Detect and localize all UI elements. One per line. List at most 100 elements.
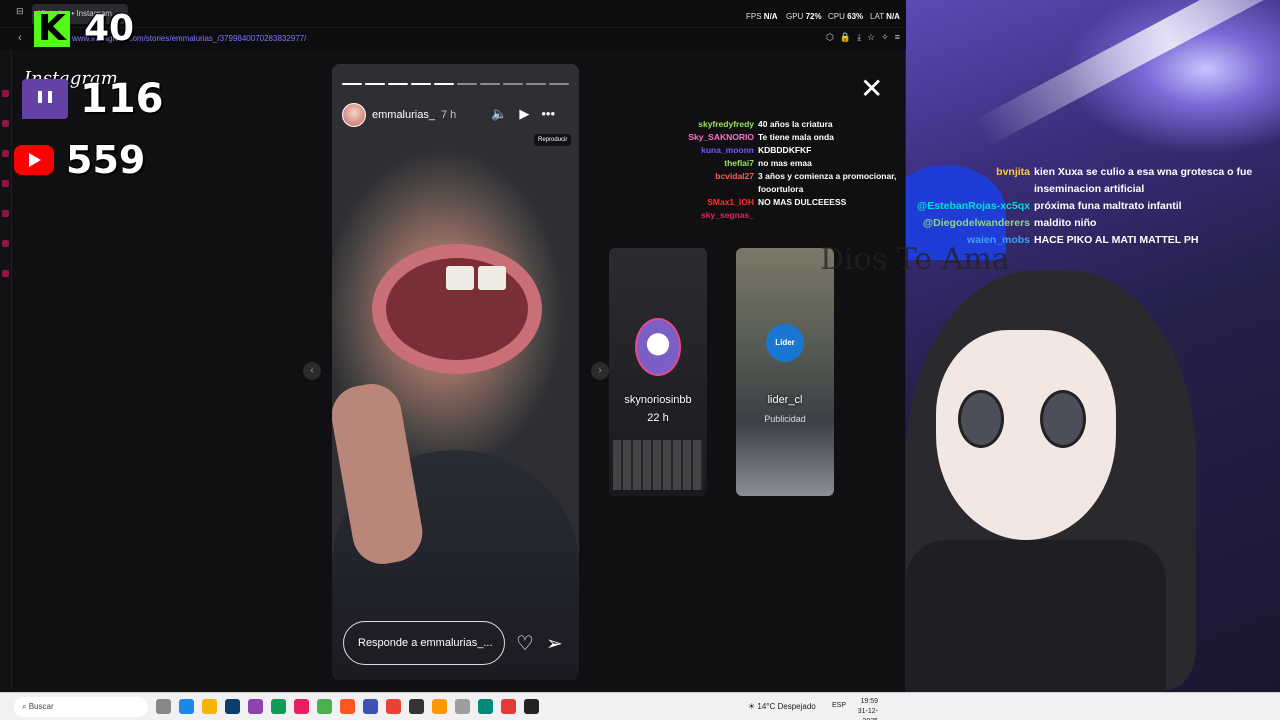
back-icon[interactable]: ‹ <box>18 32 22 44</box>
window-menu-icon[interactable]: ⊟ <box>16 6 24 17</box>
extension-icon[interactable]: ⬡ <box>826 32 834 43</box>
story-controls: 🔈 ▶ ••• <box>491 106 555 122</box>
preview-username: skynoriosinbb <box>624 394 692 406</box>
app-icon[interactable] <box>179 699 194 714</box>
chat-text: kien Xuxa se culio a esa wna grotesca o … <box>1034 166 1253 195</box>
app-icon[interactable] <box>248 699 263 714</box>
reply-actions: ♡ ➢ <box>516 631 563 656</box>
chat-username: bcvidal27 <box>715 171 754 181</box>
ai-icon[interactable]: ✧ <box>881 32 889 43</box>
app-icon[interactable] <box>294 699 309 714</box>
bookmark-icon[interactable]: ☆ <box>867 32 875 43</box>
app-icon[interactable] <box>524 699 539 714</box>
more-options-icon[interactable]: ••• <box>541 106 555 122</box>
chat-username: theflai7 <box>724 158 754 168</box>
chat-username: bvnjita <box>996 166 1030 178</box>
taskbar: ⌕ Buscar ☀ 14°C Despejado ESP 19:59 31-12… <box>0 692 1280 720</box>
chat-message: theflai7 no mas emaa <box>604 157 914 170</box>
next-story-chevron-icon[interactable]: › <box>591 362 609 380</box>
lock-icon[interactable]: 🔒 <box>840 32 851 43</box>
gpu-readout: GPU 72% <box>786 12 822 21</box>
sidebar-app-icon[interactable] <box>2 120 9 127</box>
app-icon[interactable] <box>317 699 332 714</box>
vtuber-face <box>936 330 1116 540</box>
lider-logo-icon: Líder <box>766 324 804 362</box>
youtube-logo-icon <box>14 145 54 175</box>
progress-segment <box>388 83 408 85</box>
story-preview-card[interactable]: skynoriosinbb 22 h <box>609 248 707 496</box>
app-icon[interactable] <box>225 699 240 714</box>
cpu-readout: CPU 63% <box>828 12 864 21</box>
kick-viewer-count: 40 <box>84 8 135 49</box>
sidebar-app-icon[interactable] <box>2 270 9 277</box>
chrome-icon[interactable] <box>386 699 401 714</box>
chat-text: 40 años la criatura <box>758 119 833 129</box>
sidebar-app-icon[interactable] <box>2 210 9 217</box>
progress-segment <box>411 83 431 85</box>
chat-username: skyfredyfredy <box>698 119 754 129</box>
clock[interactable]: 19:5931-12-2025 <box>848 697 878 720</box>
avatar[interactable] <box>342 103 366 127</box>
background-light-streak <box>973 0 1280 147</box>
twitch-counter: 116 <box>22 76 164 122</box>
taskbar-search[interactable]: ⌕ Buscar <box>14 697 148 717</box>
stream-chat-overlay-right: bvnjita kien Xuxa se culio a esa wna grot… <box>912 164 1276 249</box>
progress-segment <box>480 83 500 85</box>
like-heart-icon[interactable]: ♡ <box>516 631 534 656</box>
twitch-viewer-count: 116 <box>80 76 164 122</box>
browser-sidebar <box>0 50 12 690</box>
preview-username: lider_cl <box>767 394 803 406</box>
kick-logo-icon: K <box>34 10 70 47</box>
app-icon[interactable] <box>363 699 378 714</box>
chat-username: Sky_SAKNORIO <box>688 132 754 142</box>
previous-story-chevron-icon[interactable]: ‹ <box>303 362 321 380</box>
taskbar-apps <box>156 699 539 714</box>
app-icon[interactable] <box>432 699 447 714</box>
youtube-counter: 559 <box>14 138 145 182</box>
sidebar-app-icon[interactable] <box>2 180 9 187</box>
chat-text: maldito niño <box>1034 217 1097 229</box>
story-username[interactable]: emmalurias_ <box>372 109 435 121</box>
chat-username: waien_mobs <box>966 234 1030 246</box>
app-icon[interactable] <box>340 699 355 714</box>
chat-message: SMax1_IOH NO MAS DULCEEESS <box>604 196 914 209</box>
vtuber-coat <box>906 540 1166 692</box>
close-icon[interactable]: ✕ <box>860 72 883 105</box>
vtuber-panel <box>906 0 1280 692</box>
app-icon[interactable] <box>455 699 470 714</box>
chat-text: Te tiene mala onda <box>758 132 834 142</box>
kick-counter: K 40 <box>34 8 134 49</box>
progress-segment <box>365 83 385 85</box>
play-icon[interactable]: ▶ <box>519 106 529 122</box>
chat-message: sky_segnas_ <box>604 209 914 222</box>
vtuber-eye <box>1040 390 1086 448</box>
chat-message: @Diegodelwanderers maldito niño <box>912 215 1276 232</box>
sidebar-app-icon[interactable] <box>2 240 9 247</box>
chat-username: @EstebanRojas-xc5qx <box>917 200 1030 212</box>
story-viewer[interactable]: emmalurias_ 7 h 🔈 ▶ ••• Reproducir Respo… <box>332 64 579 680</box>
task-view-icon[interactable] <box>156 699 171 714</box>
chat-text: no mas emaa <box>758 158 812 168</box>
chat-username: sky_segnas_ <box>701 210 754 220</box>
app-icon[interactable] <box>409 699 424 714</box>
language-indicator[interactable]: ESP <box>832 702 846 709</box>
youtube-viewer-count: 559 <box>66 138 146 182</box>
send-icon[interactable]: ➢ <box>546 631 563 656</box>
sidebar-app-icon[interactable] <box>2 150 9 157</box>
edge-icon[interactable] <box>271 699 286 714</box>
chat-message: kuna_moonn KDBDDKFKF <box>604 144 914 157</box>
file-explorer-icon[interactable] <box>202 699 217 714</box>
volume-icon[interactable]: 🔈 <box>491 106 507 122</box>
opera-icon[interactable] <box>501 699 516 714</box>
weather-widget[interactable]: ☀ 14°C Despejado <box>748 702 816 711</box>
lat-readout: LAT N/A <box>870 12 900 21</box>
story-preview-card[interactable]: Líder lider_cl Publicidad <box>736 248 834 496</box>
chat-username: kuna_moonn <box>701 145 754 155</box>
reply-input[interactable]: Responde a emmalurias_... <box>343 621 505 665</box>
download-icon[interactable]: ⤓ <box>857 32 861 43</box>
menu-icon[interactable]: ≡ <box>895 32 900 43</box>
app-icon[interactable] <box>478 699 493 714</box>
preview-avatar <box>635 318 681 376</box>
chat-message: @EstebanRojas-xc5qx próxima funa maltrato… <box>912 198 1276 215</box>
sidebar-app-icon[interactable] <box>2 90 9 97</box>
